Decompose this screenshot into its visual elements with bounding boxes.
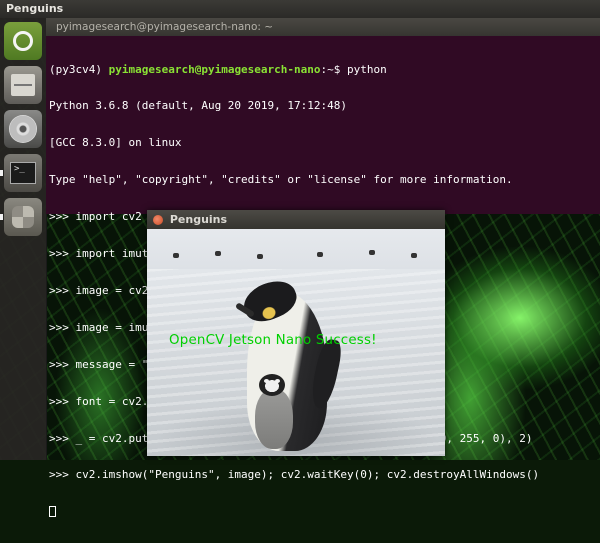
chick-eye-patch xyxy=(275,379,280,383)
distant-penguin xyxy=(257,254,263,259)
running-indicator xyxy=(0,170,3,176)
distant-penguin xyxy=(369,250,375,255)
terminal-line: >>> cv2.imshow("Penguins", image); cv2.w… xyxy=(49,469,540,482)
prompt-user-host: pyimagesearch@pyimagesearch-nano xyxy=(108,63,321,76)
launcher: >_ xyxy=(0,18,47,460)
chick-body xyxy=(255,389,293,449)
close-icon[interactable] xyxy=(153,215,163,225)
optical-disc-icon xyxy=(9,115,37,143)
terminal-title: pyimagesearch@pyimagesearch-nano: ~ xyxy=(56,21,274,33)
launcher-files-button[interactable] xyxy=(4,66,42,104)
prompt-command: :~$ python xyxy=(320,63,387,76)
prompt-env: (py3cv4) xyxy=(49,63,109,76)
sky-region xyxy=(147,229,445,269)
terminal-icon: >_ xyxy=(10,162,36,184)
overlay-success-text: OpenCV Jetson Nano Success! xyxy=(169,333,377,348)
terminal-cursor-line xyxy=(49,506,600,518)
distant-penguin xyxy=(317,252,323,257)
image-window-title: Penguins xyxy=(169,213,228,226)
distant-penguin xyxy=(215,251,221,256)
launcher-disc-button[interactable] xyxy=(4,110,42,148)
terminal-line: [GCC 8.3.0] on linux xyxy=(49,137,182,150)
file-cabinet-icon xyxy=(11,74,35,96)
launcher-dash-button[interactable] xyxy=(4,22,42,60)
ubuntu-logo-icon xyxy=(13,31,33,51)
terminal-prompt-line: (py3cv4) pyimagesearch@pyimagesearch-nan… xyxy=(49,64,600,76)
terminal-line: Python 3.6.8 (default, Aug 20 2019, 17:1… xyxy=(49,100,348,113)
distant-penguin xyxy=(173,253,179,258)
terminal-line: Type "help", "copyright", "credits" or "… xyxy=(49,174,513,187)
running-indicator xyxy=(0,214,3,220)
terminal-cursor xyxy=(49,506,56,518)
chick-eye-patch xyxy=(264,379,269,383)
penguins-image: OpenCV Jetson Nano Success! xyxy=(147,229,445,456)
terminal-titlebar[interactable]: pyimagesearch@pyimagesearch-nano: ~ xyxy=(46,18,600,36)
active-window-title: Penguins xyxy=(6,2,64,15)
python-logo-icon xyxy=(12,206,34,228)
top-panel: Penguins xyxy=(0,0,600,18)
chick-head xyxy=(259,374,285,396)
penguins-image-window[interactable]: Penguins OpenCV Jetson Nano Success! xyxy=(147,210,445,456)
image-window-titlebar[interactable]: Penguins xyxy=(147,210,445,229)
launcher-python-button[interactable] xyxy=(4,198,42,236)
launcher-terminal-button[interactable]: >_ xyxy=(4,154,42,192)
terminal-window[interactable]: pyimagesearch@pyimagesearch-nano: ~ (py3… xyxy=(46,18,600,518)
distant-penguin xyxy=(411,253,417,258)
